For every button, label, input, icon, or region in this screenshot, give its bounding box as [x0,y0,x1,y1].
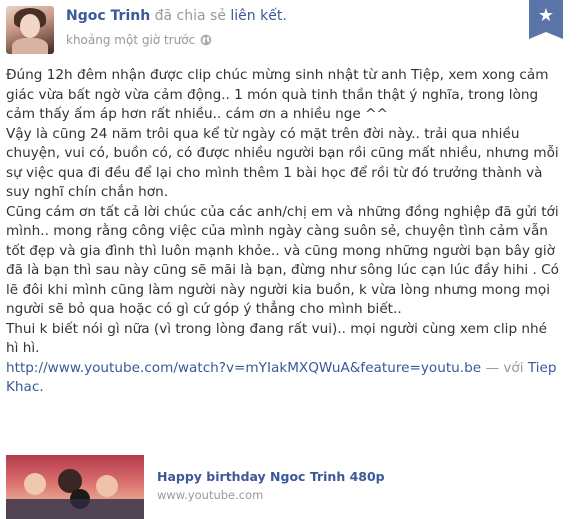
tagged-friend-link-continued[interactable]: Khac. [6,379,44,395]
link-line: http://www.youtube.com/watch?v=mYIakMXQW… [6,359,580,379]
body-line: lẽ đôi khi mình cũng làm người này người… [6,281,551,298]
body-line: tốt đẹp và gia đình thì luôn mạnh khỏe..… [6,242,556,259]
body-line: đã là bạn thì sau này cũng sẽ mãi là bạn… [6,262,559,278]
video-title-link[interactable]: Happy birthday Ngoc Trinh 480p [157,469,385,484]
author-line: Ngoc Trinh đã chia sẻ liên kết. [66,8,287,24]
post-body: Đúng 12h đêm nhận được clip chúc mừng si… [6,66,580,398]
video-share-card[interactable]: Happy birthday Ngoc Trinh 480p www.youtu… [6,455,580,519]
body-line: người sẽ bỏ qua hoặc có gì cứ góp ý thẳn… [6,301,402,317]
youtube-url-link[interactable]: http://www.youtube.com/watch?v=mYIakMXQW… [6,360,481,376]
facebook-post: Ngoc Trinh đã chia sẻ liên kết. khoảng m… [0,0,580,519]
star-icon: ★ [537,5,555,26]
tagged-friend-link[interactable]: Tiep [528,360,557,376]
tag-continuation-line: Khac. [6,378,580,398]
body-line: sự việc qua đi đều để lại cho mình thêm … [6,164,543,181]
body-line: cảm thấy ấm áp hơn rất nhiều.. cám ơn a … [6,106,388,122]
globe-icon[interactable] [200,34,212,46]
post-header: Ngoc Trinh đã chia sẻ liên kết. khoảng m… [6,6,526,58]
body-line: Vậy là cũng 24 năm trôi qua kể từ ngày c… [6,125,520,142]
body-line: suy nghĩ chín chắn hơn. [6,184,169,200]
body-line: giác vừa bất ngờ vừa cảm động.. 1 món qu… [6,86,539,103]
author-avatar[interactable] [6,6,54,54]
shared-verb-text: đã chia sẻ [150,8,231,24]
video-thumbnail[interactable] [6,455,144,519]
post-meta: khoảng một giờ trước [66,33,212,47]
video-domain: www.youtube.com [157,488,264,502]
body-line: Cũng cám ơn tất cả lời chúc của các anh/… [6,203,559,220]
post-timestamp[interactable]: khoảng một giờ trước [66,33,195,47]
body-line: Thui k biết nói gì nữa (vì trong lòng đa… [6,320,548,337]
body-line: Đúng 12h đêm nhận được clip chúc mừng si… [6,67,549,83]
body-line: chuyện, vui có, buồn có, có được nhiều n… [6,145,559,161]
highlight-badge[interactable]: ★ [529,0,563,39]
shared-object-link[interactable]: liên kết. [230,8,286,24]
with-separator: — với [481,359,528,376]
body-line: hì hì. [6,340,40,356]
author-name-link[interactable]: Ngoc Trinh [66,8,150,24]
body-line: mình.. mong rằng công việc của mình ngày… [6,223,548,239]
